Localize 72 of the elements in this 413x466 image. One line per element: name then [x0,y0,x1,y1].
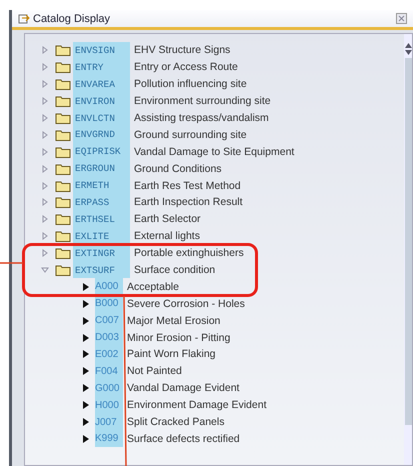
catalog-description[interactable]: Ground surrounding site [130,128,247,141]
catalog-description[interactable]: Environment surrounding site [130,95,271,108]
catalog-description[interactable]: Surface condition [130,264,216,276]
expander-icon[interactable] [41,164,49,173]
catalog-code[interactable]: ERPASS [73,194,130,211]
catalog-code[interactable]: ENVSIGN [73,42,130,59]
code-description[interactable]: Major Metal Erosion [123,314,220,327]
code-description[interactable]: Vandal Damage Evident [123,382,240,394]
close-icon[interactable] [396,13,407,24]
catalog-code[interactable]: ENTRY [73,58,130,76]
catalog-code[interactable]: EQIPRISK [73,143,130,160]
folder-icon [55,264,71,276]
expander-icon[interactable] [41,249,49,258]
folder-icon [55,61,71,74]
catalog-code[interactable]: ERTHSEL [73,210,130,228]
scroll-thumb[interactable] [404,58,412,425]
catalog-code[interactable]: EXTSURF [73,262,130,278]
catalog-description[interactable]: Ground Conditions [130,162,222,175]
folder-icon [55,44,71,56]
expander-icon[interactable] [41,266,49,274]
scroll-down-icon[interactable] [404,50,412,56]
window-icon [18,12,30,24]
code-description[interactable]: Severe Corrosion - Holes [123,298,245,310]
scrollbar[interactable] [404,34,412,465]
folder-icon [55,162,71,175]
folder-icon [55,95,71,108]
catalog-description[interactable]: EHV Structure Signs [130,44,230,56]
expander-icon[interactable] [41,97,49,106]
catalog-code[interactable]: ERMETH [73,177,130,194]
expander-icon[interactable] [41,232,49,240]
folder-icon [55,247,71,260]
expander-icon[interactable] [41,114,49,122]
catalog-description[interactable]: Assisting trespass/vandalism [130,112,269,124]
catalog-description[interactable]: External lights [130,230,200,242]
folder-icon [55,128,71,141]
expander-icon[interactable] [41,148,49,156]
expander-icon[interactable] [41,46,49,54]
catalog-description[interactable]: Earth Res Test Method [130,180,241,192]
callout-line [0,262,23,264]
expander-icon[interactable] [41,198,49,206]
scroll-up-icon[interactable] [404,42,412,48]
expander-icon[interactable] [41,80,49,88]
folder-icon [55,78,71,90]
window-title: Catalog Display [33,12,112,24]
folder-icon [55,112,71,124]
catalog-description[interactable]: Earth Inspection Result [130,196,243,208]
code-description[interactable]: Acceptable [123,280,179,293]
expander-icon[interactable] [41,63,49,72]
catalog-description[interactable]: Pollution influencing site [130,78,247,90]
folder-icon [55,146,71,158]
code-description[interactable]: Minor Erosion - Pitting [123,332,230,344]
code-description[interactable]: Split Cracked Panels [123,416,224,428]
catalog-code[interactable]: ENVIRON [73,92,130,110]
catalog-description[interactable]: Vandal Damage to Site Equipment [130,146,294,158]
catalog-code[interactable]: ENVAREA [73,76,130,93]
folder-icon [55,180,71,192]
folder-icon [55,196,71,208]
code-description[interactable]: Surface defects rectified [123,432,240,445]
expander-icon[interactable] [41,215,49,224]
catalog-description[interactable]: Earth Selector [130,213,201,226]
catalog-description[interactable]: Portable extinghuishers [130,247,244,260]
catalog-code[interactable]: ENVGRND [73,126,130,144]
catalog-code[interactable]: ERGROUN [73,160,130,178]
catalog-code[interactable]: ENVLCTN [73,110,130,126]
expander-icon[interactable] [41,182,49,190]
code-description[interactable]: Not Painted [123,365,182,378]
code-description[interactable]: Environment Damage Evident [123,399,266,412]
expander-icon[interactable] [41,130,49,139]
catalog-description[interactable]: Entry or Access Route [130,61,238,74]
folder-icon [55,213,71,226]
folder-icon [55,230,71,242]
code-description[interactable]: Paint Worn Flaking [123,348,216,360]
